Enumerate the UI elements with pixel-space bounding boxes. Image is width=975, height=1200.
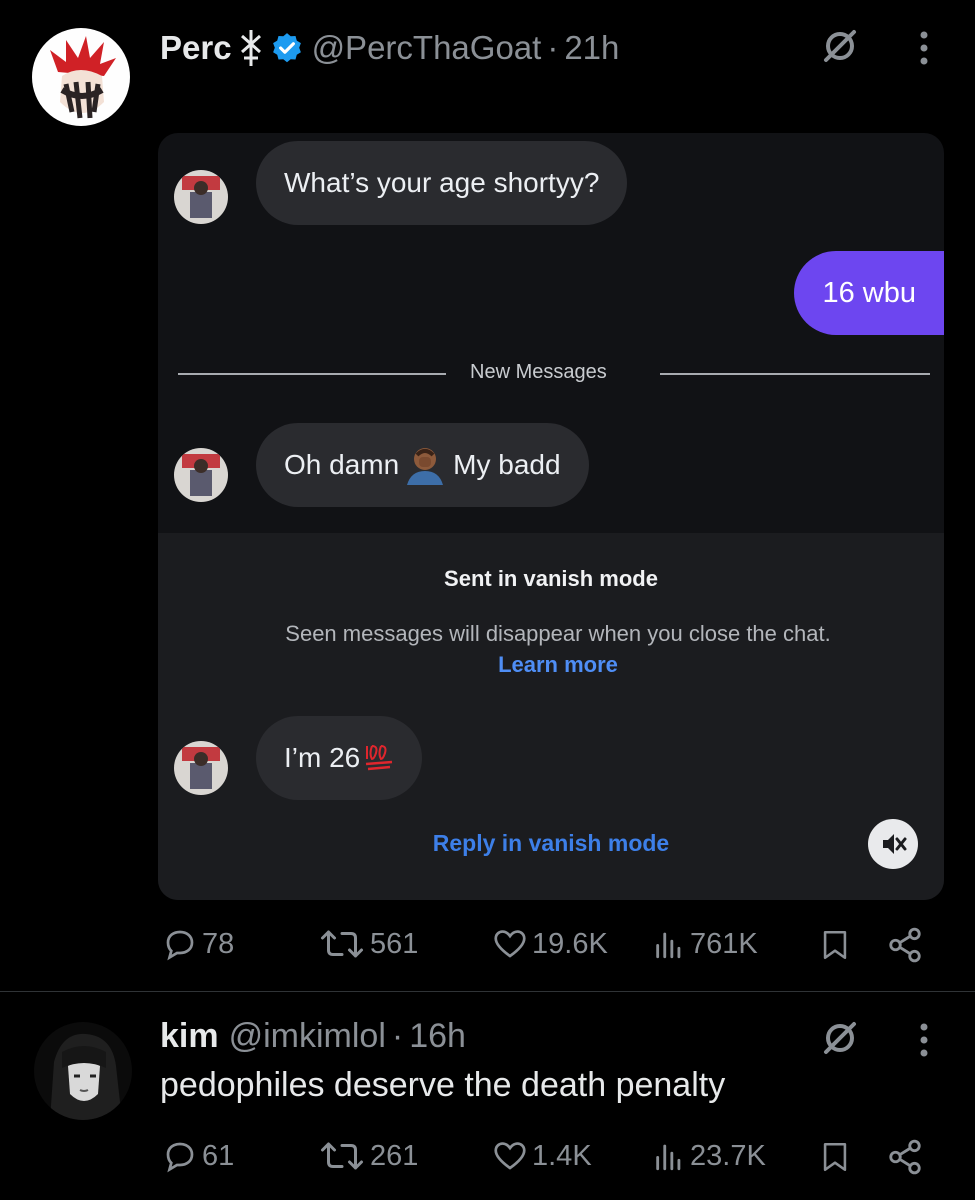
reply-author-avatar[interactable] (34, 1022, 132, 1120)
grok-icon[interactable] (818, 1016, 862, 1060)
bookmark-icon[interactable] (818, 926, 852, 964)
message-bubble-outgoing: 16 wbu (794, 251, 944, 335)
reply-author-row: kim @imkimlol · 16h (160, 1014, 466, 1058)
reply-in-vanish-mode-button[interactable]: Reply in vanish mode (158, 830, 944, 857)
like-icon (492, 926, 528, 962)
reply-time-separator: · (391, 1016, 404, 1055)
share-icon[interactable] (886, 1138, 924, 1176)
views-action[interactable]: 761K (652, 926, 758, 962)
reply-author-handle[interactable]: @imkimlol (229, 1017, 386, 1056)
reply-timestamp[interactable]: 16h (409, 1017, 466, 1056)
reply-action[interactable]: 78 (162, 926, 234, 962)
message-text: My badd (453, 449, 561, 480)
berserk-brand-icon (238, 28, 264, 68)
message-bubble-incoming: Oh damn My badd (256, 423, 589, 507)
repost-action[interactable]: 561 (318, 926, 418, 962)
repost-icon (318, 926, 366, 962)
reply-count: 78 (202, 927, 235, 960)
divider-line-right (660, 373, 930, 375)
more-options-icon[interactable] (906, 26, 942, 70)
divider-line-left (178, 373, 446, 375)
verified-badge-icon (270, 31, 304, 65)
new-messages-divider: New Messages (470, 361, 607, 383)
vanish-mode-title: Sent in vanish mode (444, 566, 658, 591)
repost-count: 561 (370, 927, 419, 960)
views-icon (652, 926, 686, 962)
reply-icon (162, 926, 198, 962)
reply-body-text: pedophiles deserve the death penalty (160, 1066, 726, 1104)
reply-author-name[interactable]: kim (160, 1017, 219, 1056)
message-bubble-incoming: What’s your age shortyy? (256, 141, 628, 225)
share-icon[interactable] (886, 926, 924, 964)
views-icon (652, 1138, 686, 1174)
dm-sender-avatar (174, 741, 228, 795)
dm-sender-avatar (174, 170, 228, 224)
repost-icon (318, 1138, 366, 1174)
repost-action[interactable]: 261 (318, 1138, 418, 1174)
like-action[interactable]: 1.4K (492, 1138, 592, 1174)
learn-more-link[interactable]: Learn more (498, 652, 618, 677)
post-author-row: Perc @PercThaGoat · 21h (160, 26, 619, 70)
like-icon (492, 1138, 528, 1174)
dm-sender-avatar (174, 448, 228, 502)
message-bubble-incoming: I’m 26 (256, 716, 423, 800)
reply-action[interactable]: 61 (162, 1138, 234, 1174)
bookmark-icon[interactable] (818, 1138, 852, 1176)
post-author-name[interactable]: Perc (160, 29, 232, 67)
reply-icon (162, 1138, 198, 1174)
dm-screenshot[interactable]: What’s your age shortyy? 16 wbu New Mess… (158, 133, 944, 900)
like-count: 19.6K (532, 927, 608, 960)
reply-count: 61 (202, 1139, 235, 1172)
repost-count: 261 (370, 1139, 419, 1172)
post-author-avatar[interactable] (32, 28, 130, 126)
message-text: I’m 26 (284, 742, 361, 773)
views-action[interactable]: 23.7K (652, 1138, 766, 1174)
like-action[interactable]: 19.6K (492, 926, 608, 962)
speaker-muted-icon[interactable] (868, 819, 918, 869)
vanish-mode-description-text: Seen messages will disappear when you cl… (285, 621, 831, 646)
grok-icon[interactable] (818, 24, 862, 68)
message-text: Oh damn (284, 449, 400, 480)
views-count: 23.7K (690, 1139, 766, 1172)
post-author-handle[interactable]: @PercThaGoat (312, 29, 542, 67)
post-time-separator: · (547, 29, 559, 66)
facepalm-emoji (403, 445, 447, 485)
like-count: 1.4K (532, 1139, 592, 1172)
more-options-icon[interactable] (906, 1018, 942, 1062)
hundred-points-emoji (364, 742, 394, 774)
post-separator (0, 991, 975, 992)
views-count: 761K (690, 927, 758, 960)
post-timestamp[interactable]: 21h (564, 29, 619, 67)
vanish-mode-description: Seen messages will disappear when you cl… (268, 618, 848, 680)
